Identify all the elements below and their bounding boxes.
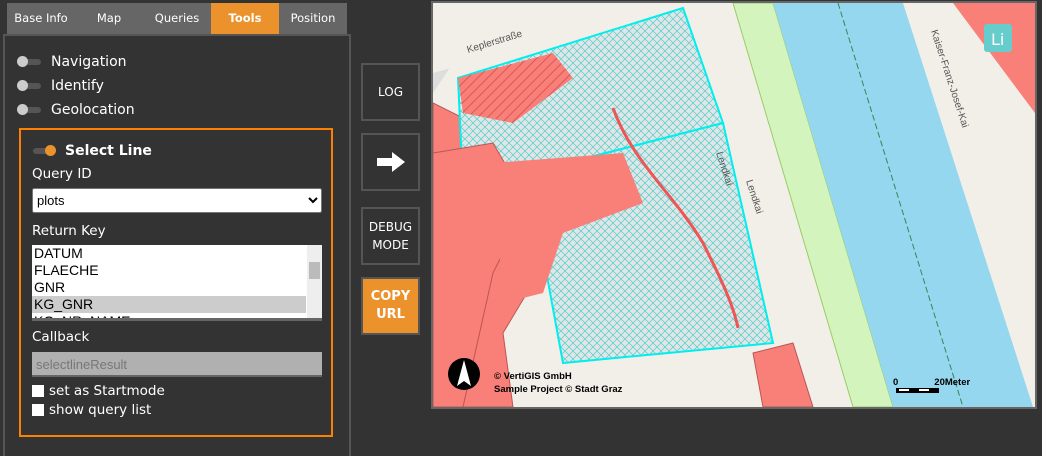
toggle-navigation[interactable]: Navigation — [17, 54, 127, 70]
map-view[interactable]: Keplerstraße Lendkai Lendkai Kaiser-Fran… — [431, 1, 1037, 409]
toggle-identify[interactable]: Identify — [17, 78, 104, 94]
copy-url-button[interactable]: COPY URL — [361, 277, 420, 335]
arrow-button[interactable] — [361, 133, 420, 191]
map-canvas: Keplerstraße Lendkai Lendkai Kaiser-Fran… — [433, 3, 1035, 407]
toggle-label: Geolocation — [51, 102, 135, 118]
street-label: Lendkai — [743, 179, 764, 216]
switch-icon — [33, 145, 56, 156]
tab-position[interactable]: Position — [279, 3, 347, 34]
list-item[interactable]: FLAECHE — [32, 262, 306, 279]
query-list-checkbox[interactable]: show query list — [32, 402, 151, 418]
checkbox-icon — [32, 404, 44, 416]
toggle-label: Navigation — [51, 54, 127, 70]
map-attribution: © VertiGIS GmbH Sample Project © Stadt Gr… — [494, 371, 623, 395]
list-item-selected[interactable]: KG_GNR — [32, 296, 306, 313]
startmode-checkbox[interactable]: set as Startmode — [32, 383, 165, 399]
toggle-select-line[interactable]: Select Line — [33, 143, 152, 159]
toggle-geolocation[interactable]: Geolocation — [17, 102, 135, 118]
checkbox-icon — [32, 385, 44, 397]
svg-text:Li: Li — [991, 30, 1004, 49]
tab-queries[interactable]: Queries — [143, 3, 211, 34]
scrollbar[interactable] — [307, 245, 322, 318]
return-key-label: Return Key — [32, 223, 106, 239]
tab-base-info[interactable]: Base Info — [7, 3, 75, 34]
checkbox-label: show query list — [49, 402, 152, 418]
list-item[interactable]: DATUM — [32, 245, 306, 262]
scale-bar — [896, 388, 939, 393]
return-key-list[interactable]: DATUM FLAECHE GNR KG_GNR KG_NR_NAME — [32, 245, 322, 321]
callback-input[interactable]: selectlineResult — [32, 352, 322, 377]
toggle-label: Identify — [51, 78, 104, 94]
tab-tools[interactable]: Tools — [211, 3, 279, 34]
scale-labels: 0 20Meter — [893, 377, 971, 388]
toggle-label: Select Line — [65, 143, 152, 159]
tab-bar: Base Info Map Queries Tools Position — [7, 3, 347, 34]
north-arrow-icon — [448, 358, 480, 390]
query-id-select[interactable]: plots — [32, 188, 322, 213]
tab-map[interactable]: Map — [75, 3, 143, 34]
log-button[interactable]: LOG — [361, 63, 420, 121]
arrow-right-icon — [376, 152, 405, 172]
list-item[interactable]: KG_NR_NAME — [32, 313, 306, 318]
switch-icon — [17, 104, 41, 115]
debug-mode-button[interactable]: DEBUG MODE — [361, 207, 420, 265]
checkbox-label: set as Startmode — [49, 383, 165, 399]
select-line-section: Select Line Query ID plots Return Key DA… — [19, 128, 333, 437]
callback-label: Callback — [32, 329, 90, 345]
switch-icon — [17, 80, 41, 91]
switch-icon — [17, 56, 41, 67]
list-item[interactable]: GNR — [32, 279, 306, 296]
logo-icon: Li — [984, 24, 1012, 52]
query-id-label: Query ID — [32, 166, 92, 182]
